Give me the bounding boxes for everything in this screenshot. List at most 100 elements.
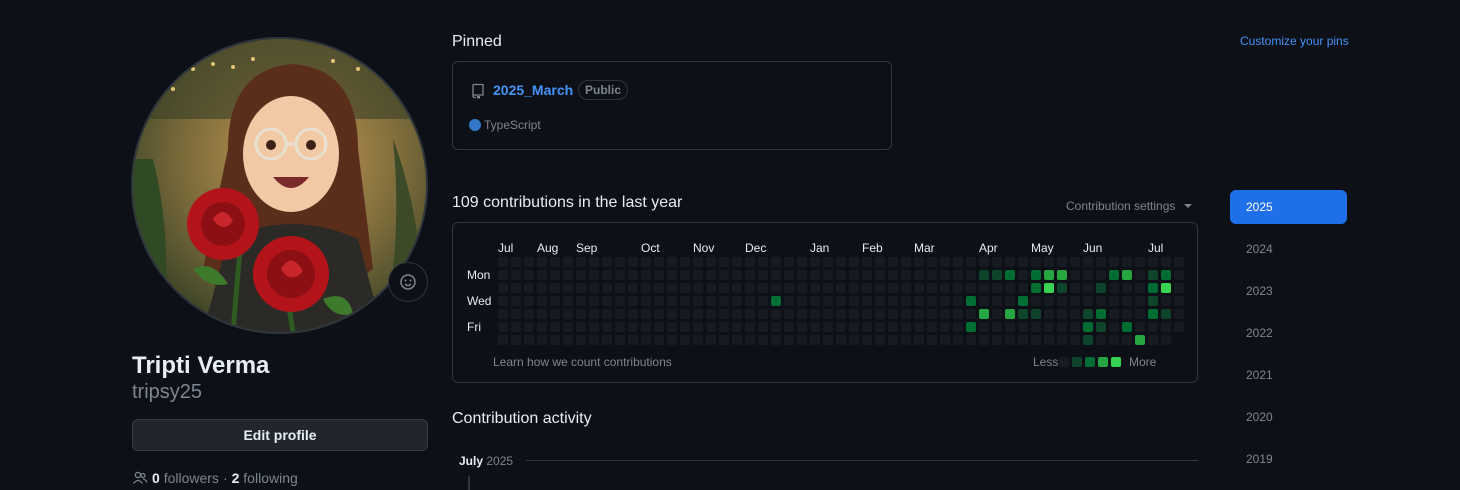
contribution-day[interactable] [615, 309, 625, 319]
contribution-day[interactable] [1083, 283, 1093, 293]
contribution-day[interactable] [602, 270, 612, 280]
contribution-day[interactable] [888, 257, 898, 267]
contribution-day[interactable] [979, 335, 989, 345]
contribution-day[interactable] [888, 309, 898, 319]
contribution-day[interactable] [589, 270, 599, 280]
contribution-day[interactable] [1148, 322, 1158, 332]
contribution-day[interactable] [1096, 335, 1106, 345]
contribution-day[interactable] [914, 296, 924, 306]
contribution-day[interactable] [862, 296, 872, 306]
contribution-day[interactable] [667, 257, 677, 267]
contribution-day[interactable] [537, 335, 547, 345]
contribution-day[interactable] [1174, 257, 1184, 267]
contribution-day[interactable] [628, 283, 638, 293]
contribution-day[interactable] [706, 270, 716, 280]
contribution-day[interactable] [758, 270, 768, 280]
contribution-day[interactable] [810, 257, 820, 267]
contribution-day[interactable] [745, 283, 755, 293]
contribution-day[interactable] [758, 309, 768, 319]
contribution-day[interactable] [927, 270, 937, 280]
contribution-day[interactable] [992, 283, 1002, 293]
contribution-day[interactable] [576, 309, 586, 319]
contribution-day[interactable] [940, 309, 950, 319]
contribution-day[interactable] [1018, 296, 1028, 306]
contribution-day[interactable] [966, 270, 976, 280]
contribution-day[interactable] [589, 257, 599, 267]
contribution-day[interactable] [771, 322, 781, 332]
repo-name-link[interactable]: 2025_March [493, 82, 573, 98]
contribution-day[interactable] [953, 309, 963, 319]
contribution-day[interactable] [511, 335, 521, 345]
contribution-day[interactable] [706, 322, 716, 332]
contribution-day[interactable] [1148, 270, 1158, 280]
contribution-day[interactable] [1135, 296, 1145, 306]
contribution-day[interactable] [953, 257, 963, 267]
contribution-day[interactable] [745, 257, 755, 267]
contribution-day[interactable] [706, 309, 716, 319]
contribution-day[interactable] [862, 335, 872, 345]
contribution-day[interactable] [1057, 322, 1067, 332]
contribution-day[interactable] [693, 283, 703, 293]
contribution-day[interactable] [758, 283, 768, 293]
contribution-day[interactable] [1109, 335, 1119, 345]
contribution-day[interactable] [1135, 322, 1145, 332]
contribution-day[interactable] [524, 335, 534, 345]
contribution-day[interactable] [654, 322, 664, 332]
following-link[interactable]: 2 following [232, 470, 298, 486]
contribution-day[interactable] [680, 296, 690, 306]
contribution-day[interactable] [1057, 283, 1067, 293]
contribution-day[interactable] [680, 335, 690, 345]
contribution-day[interactable] [719, 309, 729, 319]
contribution-day[interactable] [1083, 335, 1093, 345]
contribution-day[interactable] [1083, 296, 1093, 306]
contribution-day[interactable] [927, 335, 937, 345]
year-link-2024[interactable]: 2024 [1230, 232, 1347, 266]
contribution-day[interactable] [667, 296, 677, 306]
contribution-day[interactable] [966, 335, 976, 345]
contribution-day[interactable] [537, 257, 547, 267]
contribution-day[interactable] [979, 270, 989, 280]
contribution-day[interactable] [810, 296, 820, 306]
contribution-day[interactable] [862, 270, 872, 280]
contribution-day[interactable] [875, 296, 885, 306]
contribution-day[interactable] [849, 335, 859, 345]
contribution-day[interactable] [1122, 296, 1132, 306]
contribution-day[interactable] [901, 322, 911, 332]
contribution-day[interactable] [888, 322, 898, 332]
contribution-day[interactable] [563, 335, 573, 345]
contribution-day[interactable] [654, 283, 664, 293]
contribution-day[interactable] [784, 309, 794, 319]
contribution-day[interactable] [498, 270, 508, 280]
contribution-day[interactable] [1044, 309, 1054, 319]
contribution-day[interactable] [1096, 296, 1106, 306]
contribution-day[interactable] [875, 322, 885, 332]
contribution-day[interactable] [745, 270, 755, 280]
contribution-day[interactable] [992, 322, 1002, 332]
contribution-day[interactable] [940, 283, 950, 293]
contribution-day[interactable] [641, 335, 651, 345]
contribution-day[interactable] [901, 309, 911, 319]
contribution-day[interactable] [836, 309, 846, 319]
contribution-day[interactable] [745, 309, 755, 319]
contribution-day[interactable] [953, 296, 963, 306]
contribution-day[interactable] [1083, 257, 1093, 267]
contribution-day[interactable] [511, 309, 521, 319]
contribution-day[interactable] [498, 257, 508, 267]
contribution-day[interactable] [654, 296, 664, 306]
contribution-day[interactable] [1122, 283, 1132, 293]
contribution-day[interactable] [680, 270, 690, 280]
contribution-day[interactable] [758, 257, 768, 267]
contribution-day[interactable] [771, 309, 781, 319]
contribution-day[interactable] [862, 309, 872, 319]
contribution-day[interactable] [641, 309, 651, 319]
contribution-day[interactable] [680, 309, 690, 319]
contribution-day[interactable] [888, 296, 898, 306]
contribution-day[interactable] [1148, 309, 1158, 319]
contribution-day[interactable] [1044, 283, 1054, 293]
contribution-day[interactable] [563, 283, 573, 293]
contribution-day[interactable] [732, 335, 742, 345]
contribution-day[interactable] [576, 257, 586, 267]
contribution-day[interactable] [1070, 335, 1080, 345]
contribution-day[interactable] [771, 270, 781, 280]
contribution-day[interactable] [498, 309, 508, 319]
